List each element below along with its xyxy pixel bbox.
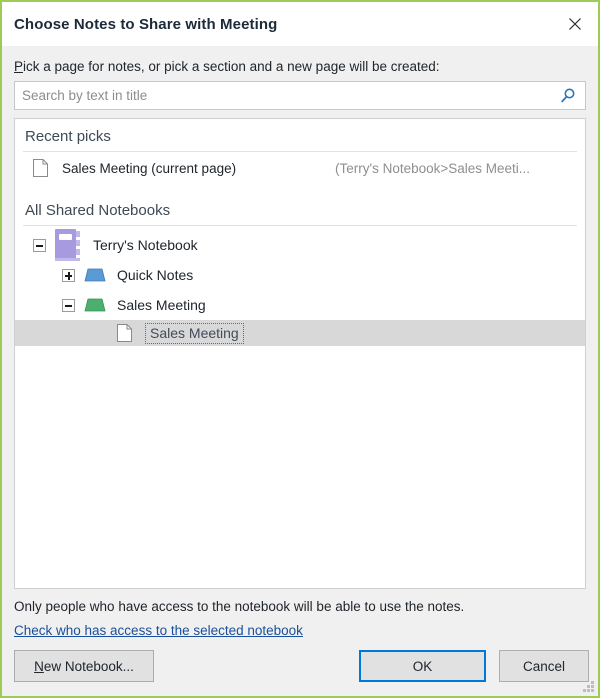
recent-item-path: (Terry's Notebook>Sales Meeti... — [335, 160, 531, 176]
recent-item-label: Sales Meeting (current page) — [62, 160, 237, 176]
expand-toggle-icon[interactable] — [62, 268, 75, 282]
title-bar: Choose Notes to Share with Meeting — [2, 2, 598, 46]
search-icon[interactable] — [558, 86, 578, 106]
prompt-label: Pick a page for notes, or pick a section… — [14, 59, 586, 74]
all-shared-notebooks-heading: All Shared Notebooks — [25, 202, 171, 219]
tree-node-label: Sales Meeting — [145, 322, 244, 344]
tree-node-label: Terry's Notebook — [93, 237, 198, 253]
tree-node-label: Quick Notes — [117, 267, 194, 283]
new-notebook-accel: N — [34, 658, 44, 674]
search-box[interactable] — [14, 81, 586, 110]
dialog-body: Pick a page for notes, or pick a section… — [2, 46, 598, 589]
recent-picks-heading: Recent picks — [25, 128, 111, 145]
notes-list-panel[interactable]: Recent picks Sales Meeting (current page… — [14, 118, 586, 589]
search-input[interactable] — [15, 82, 585, 109]
new-notebook-label: ew Notebook... — [43, 658, 134, 674]
tree-node-section-sales-meeting[interactable]: Sales Meeting — [15, 290, 585, 320]
tree-node-label: Sales Meeting — [117, 297, 206, 313]
section-icon — [84, 268, 106, 282]
notebook-tree: Terry's Notebook Quick Notes Sales Meeti… — [15, 226, 585, 346]
tree-node-notebook[interactable]: Terry's Notebook — [15, 229, 585, 261]
button-row: New Notebook... OK Cancel — [14, 650, 589, 696]
cancel-button[interactable]: Cancel — [499, 650, 589, 682]
section-icon — [84, 298, 106, 312]
prompt-text: ick a page for notes, or pick a section … — [23, 59, 440, 74]
check-access-link[interactable]: Check who has access to the selected not… — [14, 623, 303, 638]
page-icon — [117, 324, 132, 342]
page-icon — [33, 159, 48, 177]
notebook-icon — [55, 229, 81, 261]
list-item[interactable]: Sales Meeting (current page) (Terry's No… — [15, 152, 585, 184]
tree-node-page-sales-meeting[interactable]: Sales Meeting — [15, 320, 585, 346]
tree-node-section-quick-notes[interactable]: Quick Notes — [15, 260, 585, 290]
ok-button[interactable]: OK — [359, 650, 486, 682]
access-note: Only people who have access to the noteb… — [14, 599, 465, 614]
new-notebook-button[interactable]: New Notebook... — [14, 650, 154, 682]
dialog-footer: Only people who have access to the noteb… — [2, 589, 598, 696]
dialog-window: Choose Notes to Share with Meeting Pick … — [0, 0, 600, 698]
dialog-title: Choose Notes to Share with Meeting — [14, 15, 278, 33]
collapse-toggle-icon[interactable] — [33, 238, 46, 252]
prompt-accel-letter: P — [14, 59, 24, 74]
resize-grip[interactable] — [583, 681, 595, 693]
collapse-toggle-icon[interactable] — [62, 298, 75, 312]
close-icon[interactable] — [552, 2, 598, 46]
